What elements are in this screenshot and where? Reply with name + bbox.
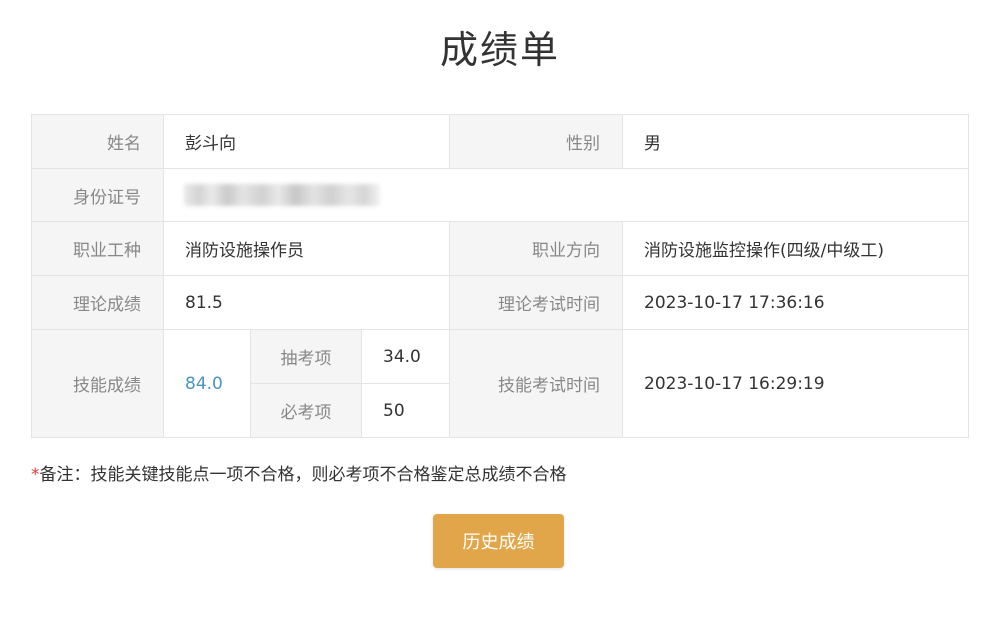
table-row: 职业工种 消防设施操作员 职业方向 消防设施监控操作(四级/中级工) [31,221,970,276]
table-row: 姓名 彭斗向 性别 男 [31,114,970,169]
score-report-page: 成绩单 姓名 彭斗向 性别 男 身份证号 职业工种 消防设施操作员 职业方向 消… [0,0,1000,630]
skill-time-label: 技能考试时间 [449,329,624,438]
theory-score-label: 理论成绩 [31,275,164,330]
table-row: 理论成绩 81.5 理论考试时间 2023-10-17 17:36:16 [31,275,970,330]
name-value: 彭斗向 [162,114,451,169]
remark-note: *备注：技能关键技能点一项不合格，则必考项不合格鉴定总成绩不合格 [31,462,567,488]
theory-score-value: 81.5 [162,275,451,330]
direction-value: 消防设施监控操作(四级/中级工) [622,221,970,276]
name-label: 姓名 [31,114,164,169]
required-item-value: 50 [360,383,451,438]
draw-item-value: 34.0 [360,329,451,384]
required-asterisk: * [31,465,40,485]
direction-label: 职业方向 [449,221,624,276]
occupation-label: 职业工种 [31,221,164,276]
draw-item-label: 抽考项 [250,329,362,384]
score-table: 姓名 彭斗向 性别 男 身份证号 职业工种 消防设施操作员 职业方向 消防设施监… [31,114,970,438]
history-scores-button[interactable]: 历史成绩 [433,514,564,568]
table-row: 技能成绩 84.0 抽考项 34.0 技能考试时间 2023-10-17 16:… [31,329,970,438]
theory-time-value: 2023-10-17 17:36:16 [622,275,970,330]
page-title: 成绩单 [439,28,560,72]
table-row: 身份证号 [31,168,970,222]
skill-time-value: 2023-10-17 16:29:19 [622,329,970,438]
required-item-label: 必考项 [250,383,362,438]
remark-text: 备注：技能关键技能点一项不合格，则必考项不合格鉴定总成绩不合格 [39,465,567,485]
skill-score-link[interactable]: 84.0 [163,329,251,438]
gender-value: 男 [622,114,970,169]
skill-score-label: 技能成绩 [31,329,164,438]
occupation-value: 消防设施操作员 [162,221,451,276]
gender-label: 性别 [449,114,624,169]
id-number-value [162,168,970,222]
theory-time-label: 理论考试时间 [449,275,624,330]
blurred-id-number [184,184,380,206]
id-number-label: 身份证号 [31,168,164,222]
